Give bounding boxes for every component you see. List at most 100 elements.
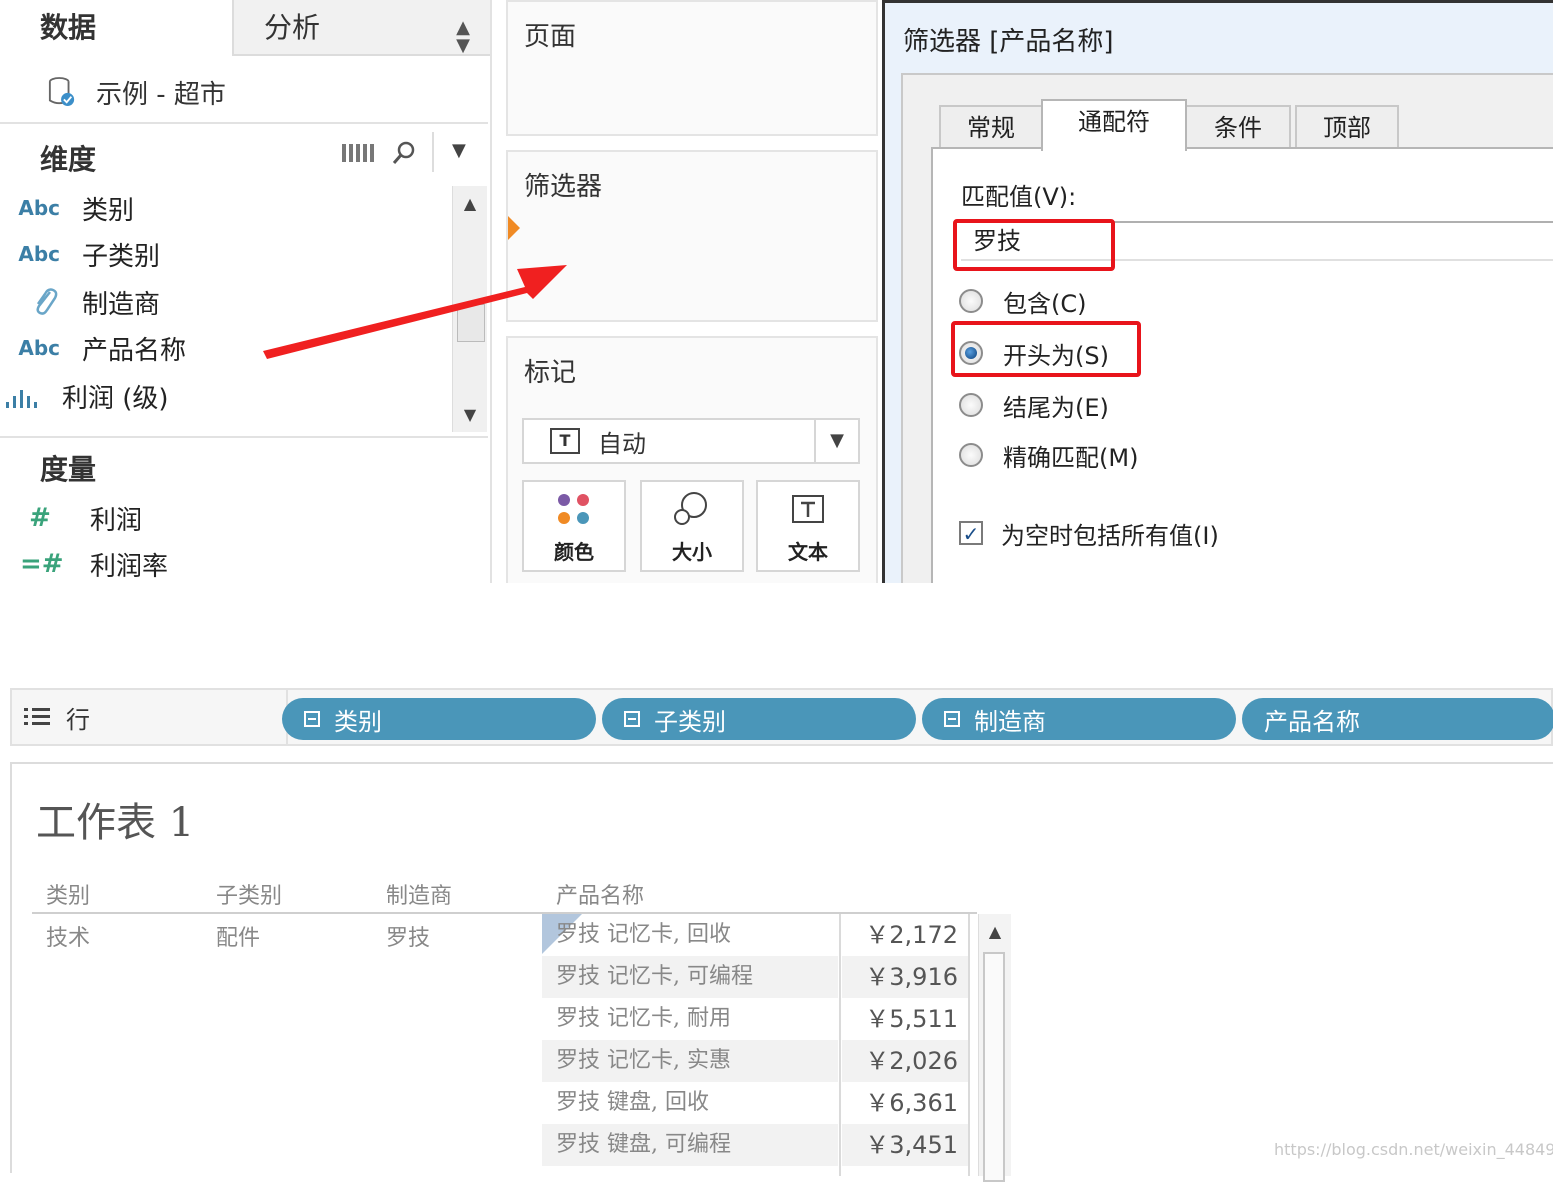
dimension-field-subcategory[interactable]: Abc 子类别	[0, 232, 160, 276]
dimension-field-product-name[interactable]: Abc 产品名称	[0, 326, 186, 370]
dimension-field-manufacturer[interactable]: 制造商	[0, 280, 160, 324]
column-header-category[interactable]: 类别	[46, 878, 90, 910]
product-row[interactable]: 罗技 记忆卡, 回收	[542, 914, 838, 956]
column-header-subcategory[interactable]: 子类别	[216, 878, 282, 910]
product-row[interactable]: 罗技 键盘, 回收	[542, 1082, 838, 1124]
scroll-up-icon[interactable]: ▲	[979, 922, 1011, 941]
option-contains[interactable]: 包含(C)	[959, 281, 1086, 321]
value-cell[interactable]: ￥6,361	[842, 1082, 968, 1124]
pill-manufacturer[interactable]: 制造商	[922, 698, 1236, 740]
rows-shelf[interactable]: 行 类别 子类别 制造商 产品名称	[10, 688, 1553, 746]
sort-arrows-icon[interactable]: ▲ ▼	[456, 0, 470, 112]
string-type-icon: Abc	[18, 336, 60, 360]
mark-type-dropdown[interactable]: T 自动 ▼	[522, 418, 860, 464]
search-icon[interactable]	[392, 140, 416, 166]
text-button[interactable]: 文本	[756, 480, 860, 572]
cell-subcategory[interactable]: 配件	[216, 920, 260, 952]
text-icon	[792, 495, 824, 523]
field-label: 利润 (级)	[62, 383, 169, 414]
rows-label-text: 行	[66, 705, 90, 734]
product-row[interactable]: 罗技 记忆卡, 实惠	[542, 1040, 838, 1082]
cell-category[interactable]: 技术	[46, 920, 90, 952]
chevron-down-icon[interactable]: ▼	[814, 420, 858, 462]
pill-product-name[interactable]: 产品名称	[1242, 698, 1553, 740]
tab-analysis-label: 分析	[264, 11, 321, 44]
checkmark-icon[interactable]: ✓	[959, 521, 983, 545]
cell-manufacturer[interactable]: 罗技	[386, 920, 430, 952]
field-label: 子类别	[82, 241, 161, 272]
value-cell[interactable]: ￥3,916	[842, 956, 968, 998]
text-mark-icon: T	[550, 428, 580, 454]
color-button[interactable]: 颜色	[522, 480, 626, 572]
product-row[interactable]: 罗技 键盘, 可编程	[542, 1124, 838, 1166]
size-icon	[674, 492, 707, 525]
field-label: 产品名称	[82, 335, 187, 366]
product-row[interactable]: 罗技 记忆卡, 可编程	[542, 956, 838, 998]
drop-indicator-icon	[508, 216, 520, 240]
dimension-field-profit-bins[interactable]: 利润 (级)	[0, 374, 169, 418]
divider	[0, 122, 488, 124]
value-cell[interactable]: ￥2,172	[842, 914, 968, 956]
tab-general[interactable]: 常规	[939, 105, 1043, 149]
pill-subcategory[interactable]: 子类别	[602, 698, 916, 740]
calculated-number-icon: =#	[20, 549, 64, 579]
list-view-icon[interactable]	[342, 142, 374, 164]
radio-button[interactable]	[959, 289, 983, 313]
pill-category[interactable]: 类别	[282, 698, 596, 740]
tab-condition[interactable]: 条件	[1185, 105, 1291, 149]
worksheet-scrollbar[interactable]: ▲	[978, 914, 1011, 1182]
field-label: 利润率	[90, 551, 169, 582]
collapse-icon[interactable]	[624, 711, 640, 727]
radio-button[interactable]	[959, 393, 983, 417]
value-cell[interactable]: ￥3,451	[842, 1124, 968, 1166]
value-cell[interactable]: ￥2,026	[842, 1040, 968, 1082]
divider	[432, 132, 434, 172]
size-label: 大小	[672, 540, 712, 564]
pill-label: 制造商	[974, 707, 1046, 736]
pages-shelf[interactable]: 页面	[506, 0, 878, 136]
option-label: 精确匹配(M)	[1003, 443, 1139, 472]
dimension-field-category[interactable]: Abc 类别	[0, 186, 134, 230]
filters-title: 筛选器	[524, 172, 603, 202]
field-label: 利润	[90, 505, 143, 536]
size-button[interactable]: 大小	[640, 480, 744, 572]
mark-type-label: 自动	[598, 429, 646, 458]
value-cell[interactable]: ￥5,511	[842, 998, 968, 1040]
include-all-when-empty[interactable]: ✓ 为空时包括所有值(I)	[959, 513, 1219, 553]
field-label: 类别	[82, 195, 135, 226]
column-header-product-name[interactable]: 产品名称	[556, 878, 644, 910]
tab-data[interactable]: 数据	[0, 0, 232, 56]
chevron-down-icon[interactable]: ▼	[452, 140, 466, 161]
number-type-icon: #	[29, 503, 51, 533]
database-icon	[48, 77, 75, 106]
option-exact-match[interactable]: 精确匹配(M)	[959, 435, 1138, 475]
option-ends-with[interactable]: 结尾为(E)	[959, 385, 1109, 425]
match-value-label: 匹配值(V):	[961, 183, 1077, 211]
scroll-thumb[interactable]	[983, 952, 1005, 1182]
text-label: 文本	[788, 540, 828, 564]
filter-dialog: 筛选器 [产品名称] 常规 通配符 条件 顶部 匹配值(V): 罗技 包含(C)…	[882, 0, 1553, 583]
annotation-arrow	[263, 265, 567, 359]
tab-wildcard[interactable]: 通配符	[1041, 99, 1187, 151]
option-label: 结尾为(E)	[1003, 393, 1109, 422]
pill-label: 类别	[334, 707, 382, 736]
column-header-manufacturer[interactable]: 制造商	[386, 878, 452, 910]
tab-top[interactable]: 顶部	[1295, 105, 1399, 149]
column-divider	[839, 914, 841, 1176]
measure-field-profit[interactable]: # 利润	[20, 496, 142, 540]
collapse-icon[interactable]	[944, 711, 960, 727]
wildcard-panel: 匹配值(V): 罗技 包含(C) 开头为(S) 结尾为(E) 精确匹配(M) ✓	[931, 147, 1553, 583]
tab-analysis[interactable]: 分析 ▲ ▼	[232, 0, 490, 56]
divider	[0, 436, 488, 438]
radio-button[interactable]	[959, 443, 983, 467]
scroll-down-icon[interactable]: ▼	[453, 405, 487, 424]
color-palette-icon	[558, 494, 589, 524]
scroll-up-icon[interactable]: ▲	[453, 194, 487, 213]
field-label: 制造商	[82, 289, 161, 320]
product-row[interactable]: 罗技 记忆卡, 耐用	[542, 998, 838, 1040]
collapse-icon[interactable]	[304, 711, 320, 727]
measure-field-profit-ratio[interactable]: =# 利润率	[20, 542, 168, 583]
pages-title: 页面	[524, 22, 577, 52]
paperclip-icon	[0, 286, 60, 318]
datasource-row[interactable]: 示例 - 超市	[48, 70, 226, 114]
